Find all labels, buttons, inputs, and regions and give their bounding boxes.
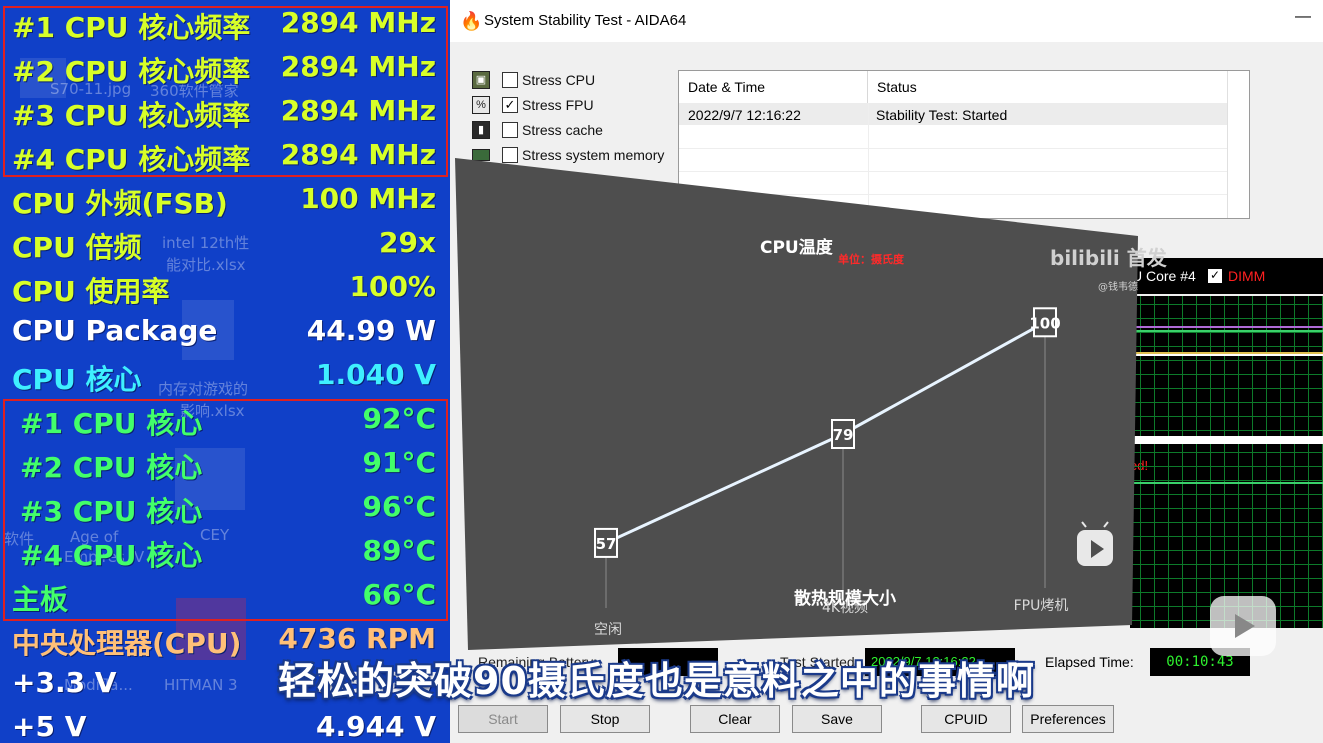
osd-row-cpu-usage: CPU 使用率 100% (0, 266, 450, 310)
stress-option-label: Stress cache (522, 122, 603, 138)
minimize-button[interactable]: — (1291, 8, 1315, 32)
graph-gridline (1308, 296, 1309, 436)
legend-dimm-label: DIMM (1228, 268, 1266, 284)
graph-gridline (1210, 296, 1211, 436)
stress-option-label: Stress FPU (522, 97, 594, 113)
play-triangle-icon (1235, 614, 1255, 638)
legend-core4-label: U Core #4 (1132, 268, 1196, 284)
osd-label: CPU Package (12, 314, 218, 347)
stress-option-label: Stress CPU (522, 72, 596, 88)
osd-value: 100 MHz (300, 182, 436, 215)
graph-sensor-trace (1130, 330, 1323, 332)
stress-option-label: Stress system memory (522, 147, 665, 163)
window-title: System Stability Test - AIDA64 (484, 12, 687, 29)
log-status: Stability Test: Started (876, 107, 1008, 123)
event-log-table: Date & Time Status 2022/9/7 12:16:22 Sta… (678, 70, 1250, 219)
osd-label: CPU 核心 (12, 363, 142, 396)
aida64-stability-window: 🔥 System Stability Test - AIDA64 — ▣ Str… (450, 0, 1323, 743)
osd-row-fsb: CPU 外频(FSB) 100 MHz (0, 178, 450, 222)
flame-icon: 🔥 (460, 11, 483, 31)
osd-row-5v: +5 V 4.944 V (0, 706, 450, 743)
graph-gridline (1224, 296, 1225, 436)
cpu-chip-icon: ▣ (472, 71, 490, 89)
graph-gridline (1168, 444, 1169, 628)
log-datetime: 2022/9/7 12:16:22 (688, 107, 801, 123)
osd-label: 中央处理器(CPU) (12, 627, 242, 660)
stop-button[interactable]: Stop (560, 705, 650, 733)
graph-gridline (1280, 296, 1281, 436)
fpu-percent-icon: % (472, 96, 490, 114)
column-header-datetime[interactable]: Date & Time (679, 71, 868, 103)
osd-value: 29x (378, 226, 436, 259)
graph-gridline (1196, 444, 1197, 628)
stress-cpu-checkbox[interactable] (502, 72, 518, 88)
graph-gridline (1280, 444, 1281, 628)
graph-usage-trace (1130, 482, 1323, 484)
osd-row-core-voltage: CPU 核心 1.040 V (0, 354, 450, 398)
graph-gridline (1294, 296, 1295, 436)
column-divider (868, 103, 869, 218)
graph-gridline (1140, 444, 1141, 628)
osd-row-multiplier: CPU 倍频 29x (0, 222, 450, 266)
graph-gridline (1182, 296, 1183, 436)
osd-label: +5 V (12, 710, 87, 743)
osd-value: 1.040 V (316, 358, 436, 391)
clock-highlight-box (3, 6, 448, 177)
osd-label: CPU 外频(FSB) (12, 187, 228, 220)
graph-gridline (1210, 444, 1211, 628)
column-header-status[interactable]: Status (868, 71, 1228, 103)
video-play-badge[interactable] (1210, 596, 1276, 656)
osd-value: 44.99 W (306, 314, 436, 347)
log-scrollbar[interactable] (1227, 71, 1249, 218)
clear-button[interactable]: Clear (690, 705, 780, 733)
graph-gridline (1196, 296, 1197, 436)
row-divider (679, 194, 1228, 195)
graph-gridline (1140, 296, 1141, 436)
temperature-graph (1130, 296, 1323, 436)
graph-gridline (1252, 296, 1253, 436)
video-subtitle: 轻松的突破90摄氏度也是意料之中的事情啊 (278, 659, 1035, 703)
stress-fpu-checkbox[interactable]: ✓ (502, 97, 518, 113)
stress-memory-checkbox[interactable] (502, 147, 518, 163)
graph-gridline (1182, 444, 1183, 628)
preferences-button[interactable]: Preferences (1022, 705, 1114, 733)
temperature-highlight-box (3, 399, 448, 621)
osd-value: 4.944 V (316, 710, 436, 743)
graph-legend-bar: U Core #4 ✓ DIMM (1130, 258, 1323, 294)
graph-gridline (1154, 444, 1155, 628)
graph-gridline (1168, 296, 1169, 436)
row-divider (679, 171, 1228, 172)
osd-label: CPU 使用率 (12, 275, 170, 308)
screenshot-stage: S70-11.jpg 360软件管家 intel 12th性 能对比.xlsx … (0, 0, 1323, 743)
cache-chip-icon: ▮ (472, 121, 490, 139)
osd-row-cpu-package: CPU Package 44.99 W (0, 310, 450, 354)
sensor-osd-panel: S70-11.jpg 360软件管家 intel 12th性 能对比.xlsx … (0, 0, 450, 743)
dimm-checkbox[interactable]: ✓ (1208, 269, 1222, 283)
osd-label: CPU 倍频 (12, 231, 142, 264)
stress-cache-checkbox[interactable] (502, 122, 518, 138)
graph-gridline (1238, 296, 1239, 436)
title-bar: 🔥 System Stability Test - AIDA64 — (450, 0, 1323, 42)
graph-gridline (1154, 296, 1155, 436)
graph-sensor-trace (1130, 354, 1323, 356)
row-divider (679, 148, 1228, 149)
graph-gridline (1308, 444, 1309, 628)
osd-value: 100% (349, 270, 436, 303)
graph-gridline (1266, 296, 1267, 436)
save-button[interactable]: Save (792, 705, 882, 733)
graph-separator (1130, 436, 1323, 444)
memory-module-icon (472, 149, 490, 161)
cpuid-button[interactable]: CPUID (921, 705, 1011, 733)
elapsed-time-label: Elapsed Time: (1045, 654, 1134, 670)
table-row[interactable]: 2022/9/7 12:16:22 Stability Test: Starte… (679, 103, 1228, 125)
osd-label: +3.3 V (12, 666, 117, 699)
start-button[interactable]: Start (458, 705, 548, 733)
graph-sensor-trace (1130, 326, 1323, 328)
graph-gridline (1294, 444, 1295, 628)
